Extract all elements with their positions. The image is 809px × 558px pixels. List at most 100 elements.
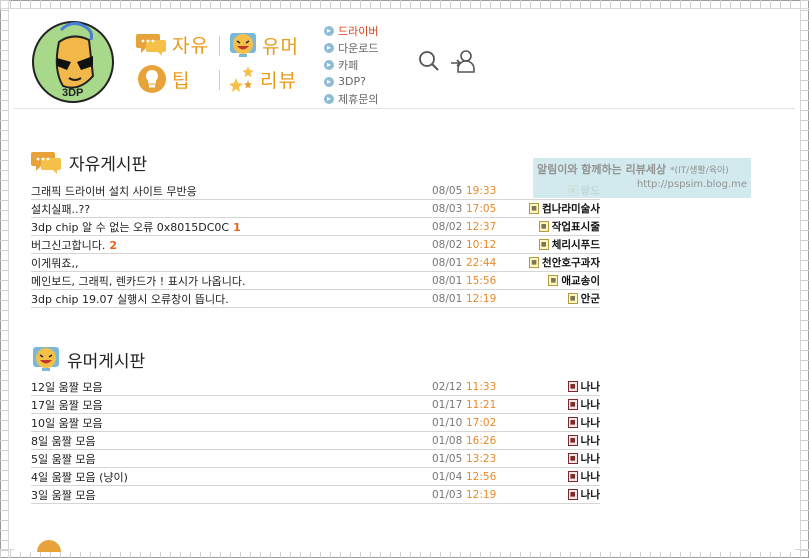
post-author-name: 나나 (580, 399, 600, 411)
nav-free-label: 자유 (172, 34, 209, 57)
post-title[interactable]: 10일 움짤 모음 (31, 415, 432, 431)
post-title[interactable]: 17일 움짤 모음 (31, 397, 432, 413)
post-author[interactable]: ■ 안군 (496, 291, 600, 306)
post-row[interactable]: 이게뭐죠,, 08/01 22:44 ■ 천안호구과자 (31, 254, 600, 272)
ruler-top (0, 0, 809, 9)
post-author[interactable]: ■ 나나 (496, 397, 600, 412)
post-author[interactable]: ■ 체리시푸드 (496, 237, 600, 252)
post-title[interactable]: 버그신고합니다. 2 (31, 237, 432, 253)
post-date: 08/02 (432, 238, 463, 251)
post-title[interactable]: 3일 움짤 모음 (31, 487, 432, 503)
post-title[interactable]: 설치실패..?? (31, 201, 432, 217)
post-author-name: 나나 (580, 489, 600, 501)
nav-humor-board[interactable]: 유머 (228, 30, 299, 60)
post-time: 16:26 (466, 434, 497, 447)
post-row[interactable]: 10일 움짤 모음 01/10 17:02 ■ 나나 (31, 414, 600, 432)
subnav-driver-label: 드라이버 (338, 24, 379, 38)
post-row[interactable]: 메인보드, 그래픽, 렌카드가 ! 표시가 나옵니다. 08/01 15:56 ■ 애교… (31, 272, 600, 290)
post-row[interactable]: 버그신고합니다. 2 08/02 10:12 ■ 체리시푸드 (31, 236, 600, 254)
post-row[interactable]: 17일 움짤 모음 01/17 11:21 ■ 나나 (31, 396, 600, 414)
post-title-text: 이게뭐죠,, (31, 256, 79, 270)
post-author[interactable]: ■ 작업표시줄 (496, 219, 600, 234)
sparkle-stars-icon (229, 66, 254, 92)
member-level-icon: ■ (567, 293, 578, 304)
login-button[interactable] (450, 48, 476, 78)
subnav-3dp[interactable]: ▸ 3DP? (324, 73, 378, 90)
member-level-icon: ■ (548, 275, 559, 286)
post-date: 08/03 (432, 202, 463, 215)
nav-review-board[interactable]: 리뷰 (228, 64, 297, 94)
post-time: 12:19 (466, 292, 497, 305)
arrow-bullet-icon: ▸ (324, 25, 334, 36)
post-title[interactable]: 8일 움짤 모음 (31, 433, 432, 449)
logo-mascot-icon: 3DP (32, 21, 114, 103)
ruler-right (800, 0, 809, 558)
blog-ad-banner[interactable]: 알림이와 함께하는 리뷰세상 *(IT/생활/육아) http://pspsim… (533, 158, 751, 198)
post-title[interactable]: 3dp chip 19.07 실행시 오류창이 뜹니다. (31, 291, 432, 307)
post-title-text: 3dp chip 19.07 실행시 오류창이 뜹니다. (31, 292, 229, 306)
post-author[interactable]: ■ 컴나라미술사 (496, 201, 600, 216)
post-author[interactable]: ■ 나나 (496, 469, 600, 484)
post-time: 11:33 (466, 380, 497, 393)
member-level-icon: ■ (567, 417, 578, 428)
post-row[interactable]: 12일 움짤 모음 02/12 11:33 ■ 나나 (31, 378, 600, 396)
humor-board-heading[interactable]: 유머게시판 (31, 344, 145, 374)
free-board-heading[interactable]: 자유게시판 (31, 148, 147, 176)
ad-url: http://pspsim.blog.me (636, 179, 747, 190)
site-logo[interactable]: 3DP (31, 20, 115, 104)
speech-bubbles-icon (136, 34, 166, 56)
post-title[interactable]: 4일 움짤 모음 (냥이) (31, 469, 432, 485)
subnav-partnership[interactable]: ▸ 제휴문의 (324, 90, 378, 107)
site-header: 3DP 자유 유머 팁 리뷰 ▸ 드라이버 ▸ 다운로드 ▸ 카페 ▸ 3DP?… (14, 14, 795, 109)
nav-review-label: 리뷰 (260, 69, 297, 92)
post-author-name: 나나 (580, 435, 600, 447)
comment-count: 1 (233, 220, 241, 234)
post-row[interactable]: 5일 움짤 모음 01/05 13:23 ■ 나나 (31, 450, 600, 468)
post-date: 08/02 (432, 220, 463, 233)
post-author-name: 나나 (580, 417, 600, 429)
post-title[interactable]: 12일 움짤 모음 (31, 379, 432, 395)
post-title[interactable]: 그래픽 드라이버 설치 사이트 무반응 (31, 183, 432, 199)
post-title[interactable]: 5일 움짤 모음 (31, 451, 432, 467)
post-author[interactable]: ■ 나나 (496, 451, 600, 466)
post-row[interactable]: 설치실패..?? 08/03 17:05 ■ 컴나라미술사 (31, 200, 600, 218)
post-author[interactable]: ■ 나나 (496, 487, 600, 502)
post-time: 11:21 (466, 398, 497, 411)
search-button[interactable] (418, 50, 440, 76)
post-row[interactable]: 3dp chip 알 수 없는 오류 0x8015DC0C 1 08/02 12:37… (31, 218, 600, 236)
laughing-face-icon (33, 347, 59, 371)
post-date: 02/12 (432, 380, 463, 393)
post-row[interactable]: 그래픽 드라이버 설치 사이트 무반응08/0519:33■왕도 (31, 182, 600, 200)
post-title[interactable]: 3dp chip 알 수 없는 오류 0x8015DC0C 1 (31, 219, 432, 235)
nav-free-board[interactable]: 자유 (136, 30, 209, 58)
post-time: 10:12 (466, 238, 497, 251)
post-date: 01/05 (432, 452, 463, 465)
nav-tip-board[interactable]: 팁 (136, 64, 190, 94)
lightbulb-icon (138, 65, 166, 93)
post-author[interactable]: ■ 나나 (496, 379, 600, 394)
post-title-text: 3dp chip 알 수 없는 오류 0x8015DC0C (31, 220, 230, 234)
post-title-text: 8일 움짤 모음 (31, 434, 96, 448)
subnav-download[interactable]: ▸ 다운로드 (324, 39, 378, 56)
ad-headline-suffix: *(IT/생활/육아) (669, 166, 729, 176)
member-level-icon: ■ (529, 257, 540, 268)
subnav-driver[interactable]: ▸ 드라이버 (324, 22, 378, 39)
post-author[interactable]: ■ 나나 (496, 415, 600, 430)
member-level-icon: ■ (538, 239, 549, 250)
post-title[interactable]: 메인보드, 그래픽, 렌카드가 ! 표시가 나옵니다. (31, 273, 432, 289)
post-date: 08/01 (432, 292, 463, 305)
post-author[interactable]: ■ 애교송이 (496, 273, 600, 288)
post-author[interactable]: ■ 나나 (496, 433, 600, 448)
subnav-cafe[interactable]: ▸ 카페 (324, 56, 378, 73)
post-row[interactable]: 8일 움짤 모음 01/08 16:26 ■ 나나 (31, 432, 600, 450)
post-author[interactable]: ■ 천안호구과자 (496, 255, 600, 270)
post-date: 01/10 (432, 416, 463, 429)
post-row[interactable]: 3dp chip 19.07 실행시 오류창이 뜹니다. 08/01 12:19 ■ 안… (31, 290, 600, 308)
post-title-text: 5일 움짤 모음 (31, 452, 96, 466)
post-row[interactable]: 4일 움짤 모음 (냥이) 01/04 12:56 ■ 나나 (31, 468, 600, 486)
subnav-download-label: 다운로드 (338, 41, 379, 55)
post-date: 01/04 (432, 470, 463, 483)
post-row[interactable]: 3일 움짤 모음 01/03 12:19 ■ 나나 (31, 486, 600, 504)
ruler-left (0, 0, 9, 558)
post-title[interactable]: 이게뭐죠,, (31, 255, 432, 271)
